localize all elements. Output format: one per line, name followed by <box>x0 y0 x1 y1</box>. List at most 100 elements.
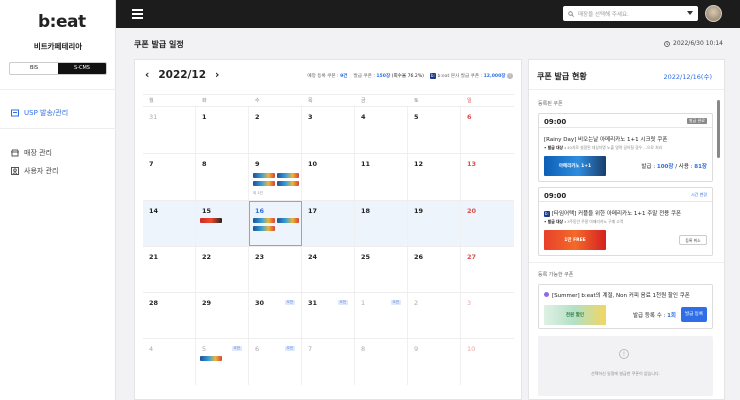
day-cell[interactable]: 21 <box>143 247 196 292</box>
day-cell[interactable]: 23 <box>249 247 302 292</box>
day-cell[interactable]: 7 <box>302 339 355 385</box>
coupon-thumbnail[interactable] <box>253 226 275 231</box>
week-row: 4 5 오전 6 오전 7 8 9 10 <box>143 339 514 385</box>
card-target: • 발급 대상 : 3주동안 주말 아메리카노 구매 고객 <box>544 219 624 224</box>
day-cell[interactable]: 10 <box>461 339 514 385</box>
menu-icon[interactable] <box>132 9 143 19</box>
day-number: 1 <box>361 299 366 307</box>
sidebar: b:eat 비트카페테리아 BIS S-CMS USP 발송/관리 매장 관리 … <box>0 0 116 400</box>
status-badge: 오전 <box>337 300 348 305</box>
day-cell[interactable]: 2 <box>249 107 302 153</box>
day-cell[interactable]: 3 <box>302 107 355 153</box>
day-cell[interactable]: 10 <box>302 154 355 200</box>
day-number: 16 <box>255 207 265 215</box>
day-cell[interactable]: 17 <box>302 201 355 246</box>
coupon-thumbnail[interactable] <box>277 173 299 178</box>
day-cell[interactable]: 5 오전 <box>196 339 249 385</box>
day-cell[interactable]: 1 오전 <box>355 293 408 338</box>
current-month: 2022/12 <box>158 69 206 81</box>
day-cell[interactable]: 6 오전 <box>249 339 302 385</box>
selected-date: 2022/12/16(수) <box>663 73 712 81</box>
coupon-card[interactable]: 09:00 시간 변경 b: [타임어택] 커플을 위한 아메리카노 1+1 주… <box>538 187 713 256</box>
coupon-thumbnail[interactable] <box>277 181 299 186</box>
store-search-select[interactable]: 매장을 선택해 주세요. <box>563 6 698 21</box>
day-cell[interactable]: 4 <box>355 107 408 153</box>
day-cell[interactable]: 30 오전 <box>249 293 302 338</box>
day-cell[interactable]: 20 <box>461 201 514 246</box>
available-section-label: 등록 가능한 쿠폰 <box>538 272 574 278</box>
available-coupon-card[interactable]: [Summer] b:eat의 계절, Non 커피 음료 1천원 할인 쿠폰 … <box>538 284 713 329</box>
day-cell[interactable]: 22 <box>196 247 249 292</box>
next-month-icon[interactable]: › <box>215 69 219 81</box>
toggle-scms[interactable]: S-CMS <box>58 63 106 74</box>
day-cell[interactable]: 24 <box>302 247 355 292</box>
coupon-thumbnail[interactable] <box>200 218 222 223</box>
day-cell[interactable]: 5 <box>408 107 461 153</box>
day-cell[interactable]: 1 <box>196 107 249 153</box>
nav-user[interactable]: 사용자 관리 <box>11 166 58 176</box>
day-cell[interactable]: 11 <box>355 154 408 200</box>
divider <box>0 89 116 90</box>
nav-usp-label: USP 발송/관리 <box>24 109 69 117</box>
beat-badge-icon: b: <box>429 73 436 79</box>
day-cell[interactable]: 15 <box>196 201 249 246</box>
day-cell[interactable]: 6 <box>461 107 514 153</box>
status-badge: 발급 완료 <box>687 118 707 124</box>
day-cell[interactable]: 2 <box>408 293 461 338</box>
coupon-thumbnail[interactable] <box>253 218 275 223</box>
coupon-type-icon <box>544 292 549 297</box>
day-cell[interactable]: 9 <box>408 339 461 385</box>
weekday-label: 화 <box>202 98 207 104</box>
card-time: 09:00 <box>544 118 567 126</box>
toggle-bis[interactable]: BIS <box>10 63 58 74</box>
day-cell[interactable]: 13 <box>461 154 514 200</box>
day-cell[interactable]: 4 <box>143 339 196 385</box>
time-change-link[interactable]: 시간 변경 <box>691 192 707 198</box>
info-icon[interactable]: ! <box>507 73 513 79</box>
issue-register-button[interactable]: 발급 등록 <box>681 307 707 322</box>
day-cell[interactable]: 8 <box>355 339 408 385</box>
coupon-card[interactable]: 09:00 발급 완료 [Rainy Day] 비오는날 아메리카노 1+1 시… <box>538 113 713 182</box>
day-cell[interactable]: 25 <box>355 247 408 292</box>
nav-user-label: 사용자 관리 <box>24 167 59 175</box>
registered-section-label: 등록된 쿠폰 <box>538 101 563 107</box>
day-cell[interactable]: 7 <box>143 154 196 200</box>
store-icon <box>11 149 19 157</box>
stat-hq: b: b:eat 본사 발급 쿠폰 : 12,000장 ! <box>429 73 513 79</box>
day-cell[interactable]: 12 <box>408 154 461 200</box>
stat-issued: 발급 쿠폰 : 150장 (회수율 76.2%) <box>353 74 424 79</box>
prev-month-icon[interactable]: ‹ <box>145 69 149 81</box>
coupon-thumbnail[interactable] <box>277 218 299 223</box>
day-cell[interactable]: 31 <box>143 107 196 153</box>
empty-text: 선택하신 일정에 발급한 쿠폰이 없습니다. <box>591 371 660 376</box>
day-cell[interactable]: 28 <box>143 293 196 338</box>
day-cell[interactable]: 19 <box>408 201 461 246</box>
coupon-thumbnail[interactable] <box>200 356 222 361</box>
scrollbar[interactable] <box>717 100 720 158</box>
day-cell[interactable]: 8 <box>196 154 249 200</box>
more-label[interactable]: 외 1건 <box>253 191 263 196</box>
week-row: 31 1 2 3 4 5 6 <box>143 107 514 154</box>
day-cell[interactable]: 14 <box>143 201 196 246</box>
cancel-registration-button[interactable]: 등록 취소 <box>679 235 707 245</box>
status-badge: 오전 <box>390 300 401 305</box>
day-cell[interactable]: 18 <box>355 201 408 246</box>
mode-toggle[interactable]: BIS S-CMS <box>9 62 107 75</box>
day-cell[interactable]: 27 <box>461 247 514 292</box>
day-cell-selected[interactable]: 16 <box>249 201 302 246</box>
day-cell[interactable]: 9 외 1건 <box>249 154 302 200</box>
stat-registered: 예정 등록 쿠폰 : 9건 <box>307 74 348 79</box>
day-cell[interactable]: 26 <box>408 247 461 292</box>
nav-store[interactable]: 매장 관리 <box>11 148 52 158</box>
coupon-thumbnail[interactable] <box>253 173 275 178</box>
status-badge: 오전 <box>231 346 242 351</box>
day-cell[interactable]: 31 오전 <box>302 293 355 338</box>
day-cell[interactable]: 3 <box>461 293 514 338</box>
avatar[interactable] <box>705 5 722 22</box>
weekday-header: 월 화 수 목 금 토 일 <box>143 94 514 107</box>
day-cell[interactable]: 29 <box>196 293 249 338</box>
card-stats: 발급 : 100장 / 사용 : 81장 <box>641 164 707 170</box>
nav-usp[interactable]: USP 발송/관리 <box>11 108 68 118</box>
top-bar: 매장을 선택해 주세요. <box>116 0 740 28</box>
coupon-thumbnail[interactable] <box>253 181 275 186</box>
